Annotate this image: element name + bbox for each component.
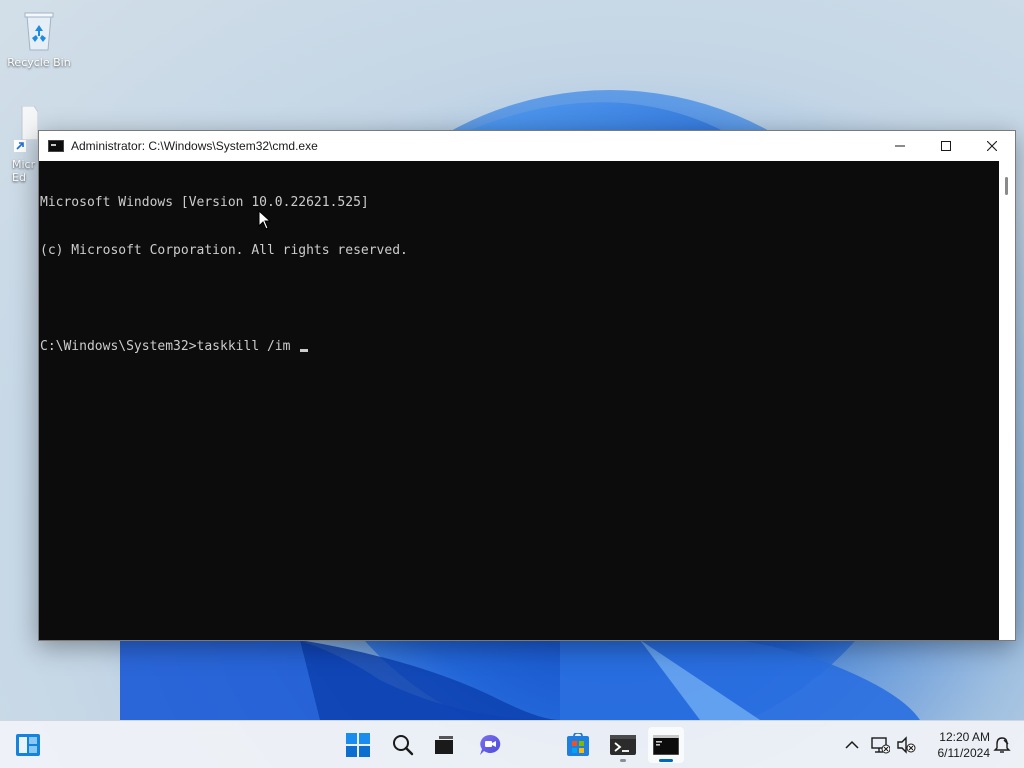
console-line: (c) Microsoft Corporation. All rights re… (40, 243, 408, 258)
notification-bell-icon (993, 737, 1011, 753)
cmd-app-icon (48, 140, 64, 152)
desktop-icon-label: Recycle Bin (7, 56, 71, 69)
network-disconnected-icon (871, 737, 890, 754)
close-icon (987, 141, 997, 151)
windows-start-icon (346, 733, 370, 757)
widgets-icon (16, 734, 40, 756)
terminal-icon (610, 735, 636, 755)
desktop-icon-edge[interactable]: Micr Ed (2, 106, 38, 184)
task-view-icon (435, 736, 453, 754)
taskbar-widgets-button[interactable] (10, 727, 46, 763)
desktop-icon-label: Micr Ed (12, 158, 36, 184)
maximize-icon (941, 141, 951, 151)
taskbar-terminal-button[interactable] (605, 727, 641, 763)
scrollbar-thumb[interactable] (1005, 177, 1008, 195)
shortcut-arrow-icon (14, 140, 26, 152)
window-title: Administrator: C:\Windows\System32\cmd.e… (71, 139, 318, 153)
console-output[interactable]: Microsoft Windows [Version 10.0.22621.52… (39, 161, 999, 640)
clock-time: 12:20 AM (939, 730, 990, 744)
maximize-button[interactable] (923, 131, 969, 161)
console-prompt-text: C:\Windows\System32>taskkill /im (40, 339, 299, 354)
microsoft-store-icon (567, 733, 589, 756)
active-window-indicator (659, 759, 673, 762)
console-prompt-line[interactable]: C:\Windows\System32>taskkill /im (40, 339, 999, 355)
taskbar-search-button[interactable] (385, 727, 421, 763)
text-cursor (300, 349, 309, 352)
running-indicator (620, 759, 626, 762)
cmd-window: Administrator: C:\Windows\System32\cmd.e… (38, 130, 1016, 641)
taskbar-chat-button[interactable] (472, 727, 508, 763)
close-button[interactable] (969, 131, 1015, 161)
notifications-button[interactable] (990, 733, 1014, 757)
taskbar-store-button[interactable] (560, 727, 596, 763)
desktop: Recycle Bin Micr Ed Administrator: C:\Wi… (0, 0, 1024, 768)
taskbar-start-button[interactable] (340, 727, 376, 763)
mouse-pointer-icon (258, 210, 272, 230)
minimize-button[interactable] (877, 131, 923, 161)
taskbar-task-view-button[interactable] (426, 727, 462, 763)
show-hidden-icons-button[interactable] (840, 733, 864, 757)
chevron-up-icon (845, 740, 859, 749)
taskbar: 12:20 AM 6/11/2024 (0, 720, 1024, 768)
command-prompt-icon (653, 735, 679, 755)
search-icon (393, 735, 414, 756)
file-shortcut-icon (21, 106, 38, 140)
console-line: Microsoft Windows [Version 10.0.22621.52… (40, 195, 369, 210)
volume-button[interactable] (894, 733, 918, 757)
window-titlebar[interactable]: Administrator: C:\Windows\System32\cmd.e… (39, 131, 1015, 161)
vertical-scrollbar[interactable] (999, 161, 1015, 640)
taskbar-clock[interactable]: 12:20 AM 6/11/2024 (920, 729, 991, 761)
volume-muted-icon (897, 736, 916, 754)
recycle-bin-icon (24, 12, 54, 51)
chat-icon (480, 734, 501, 755)
clock-date: 6/11/2024 (937, 746, 991, 760)
desktop-icon-recycle-bin[interactable]: Recycle Bin (2, 10, 76, 69)
minimize-icon (895, 145, 905, 147)
network-status-button[interactable] (868, 733, 892, 757)
taskbar-command-prompt-button[interactable] (648, 727, 684, 763)
